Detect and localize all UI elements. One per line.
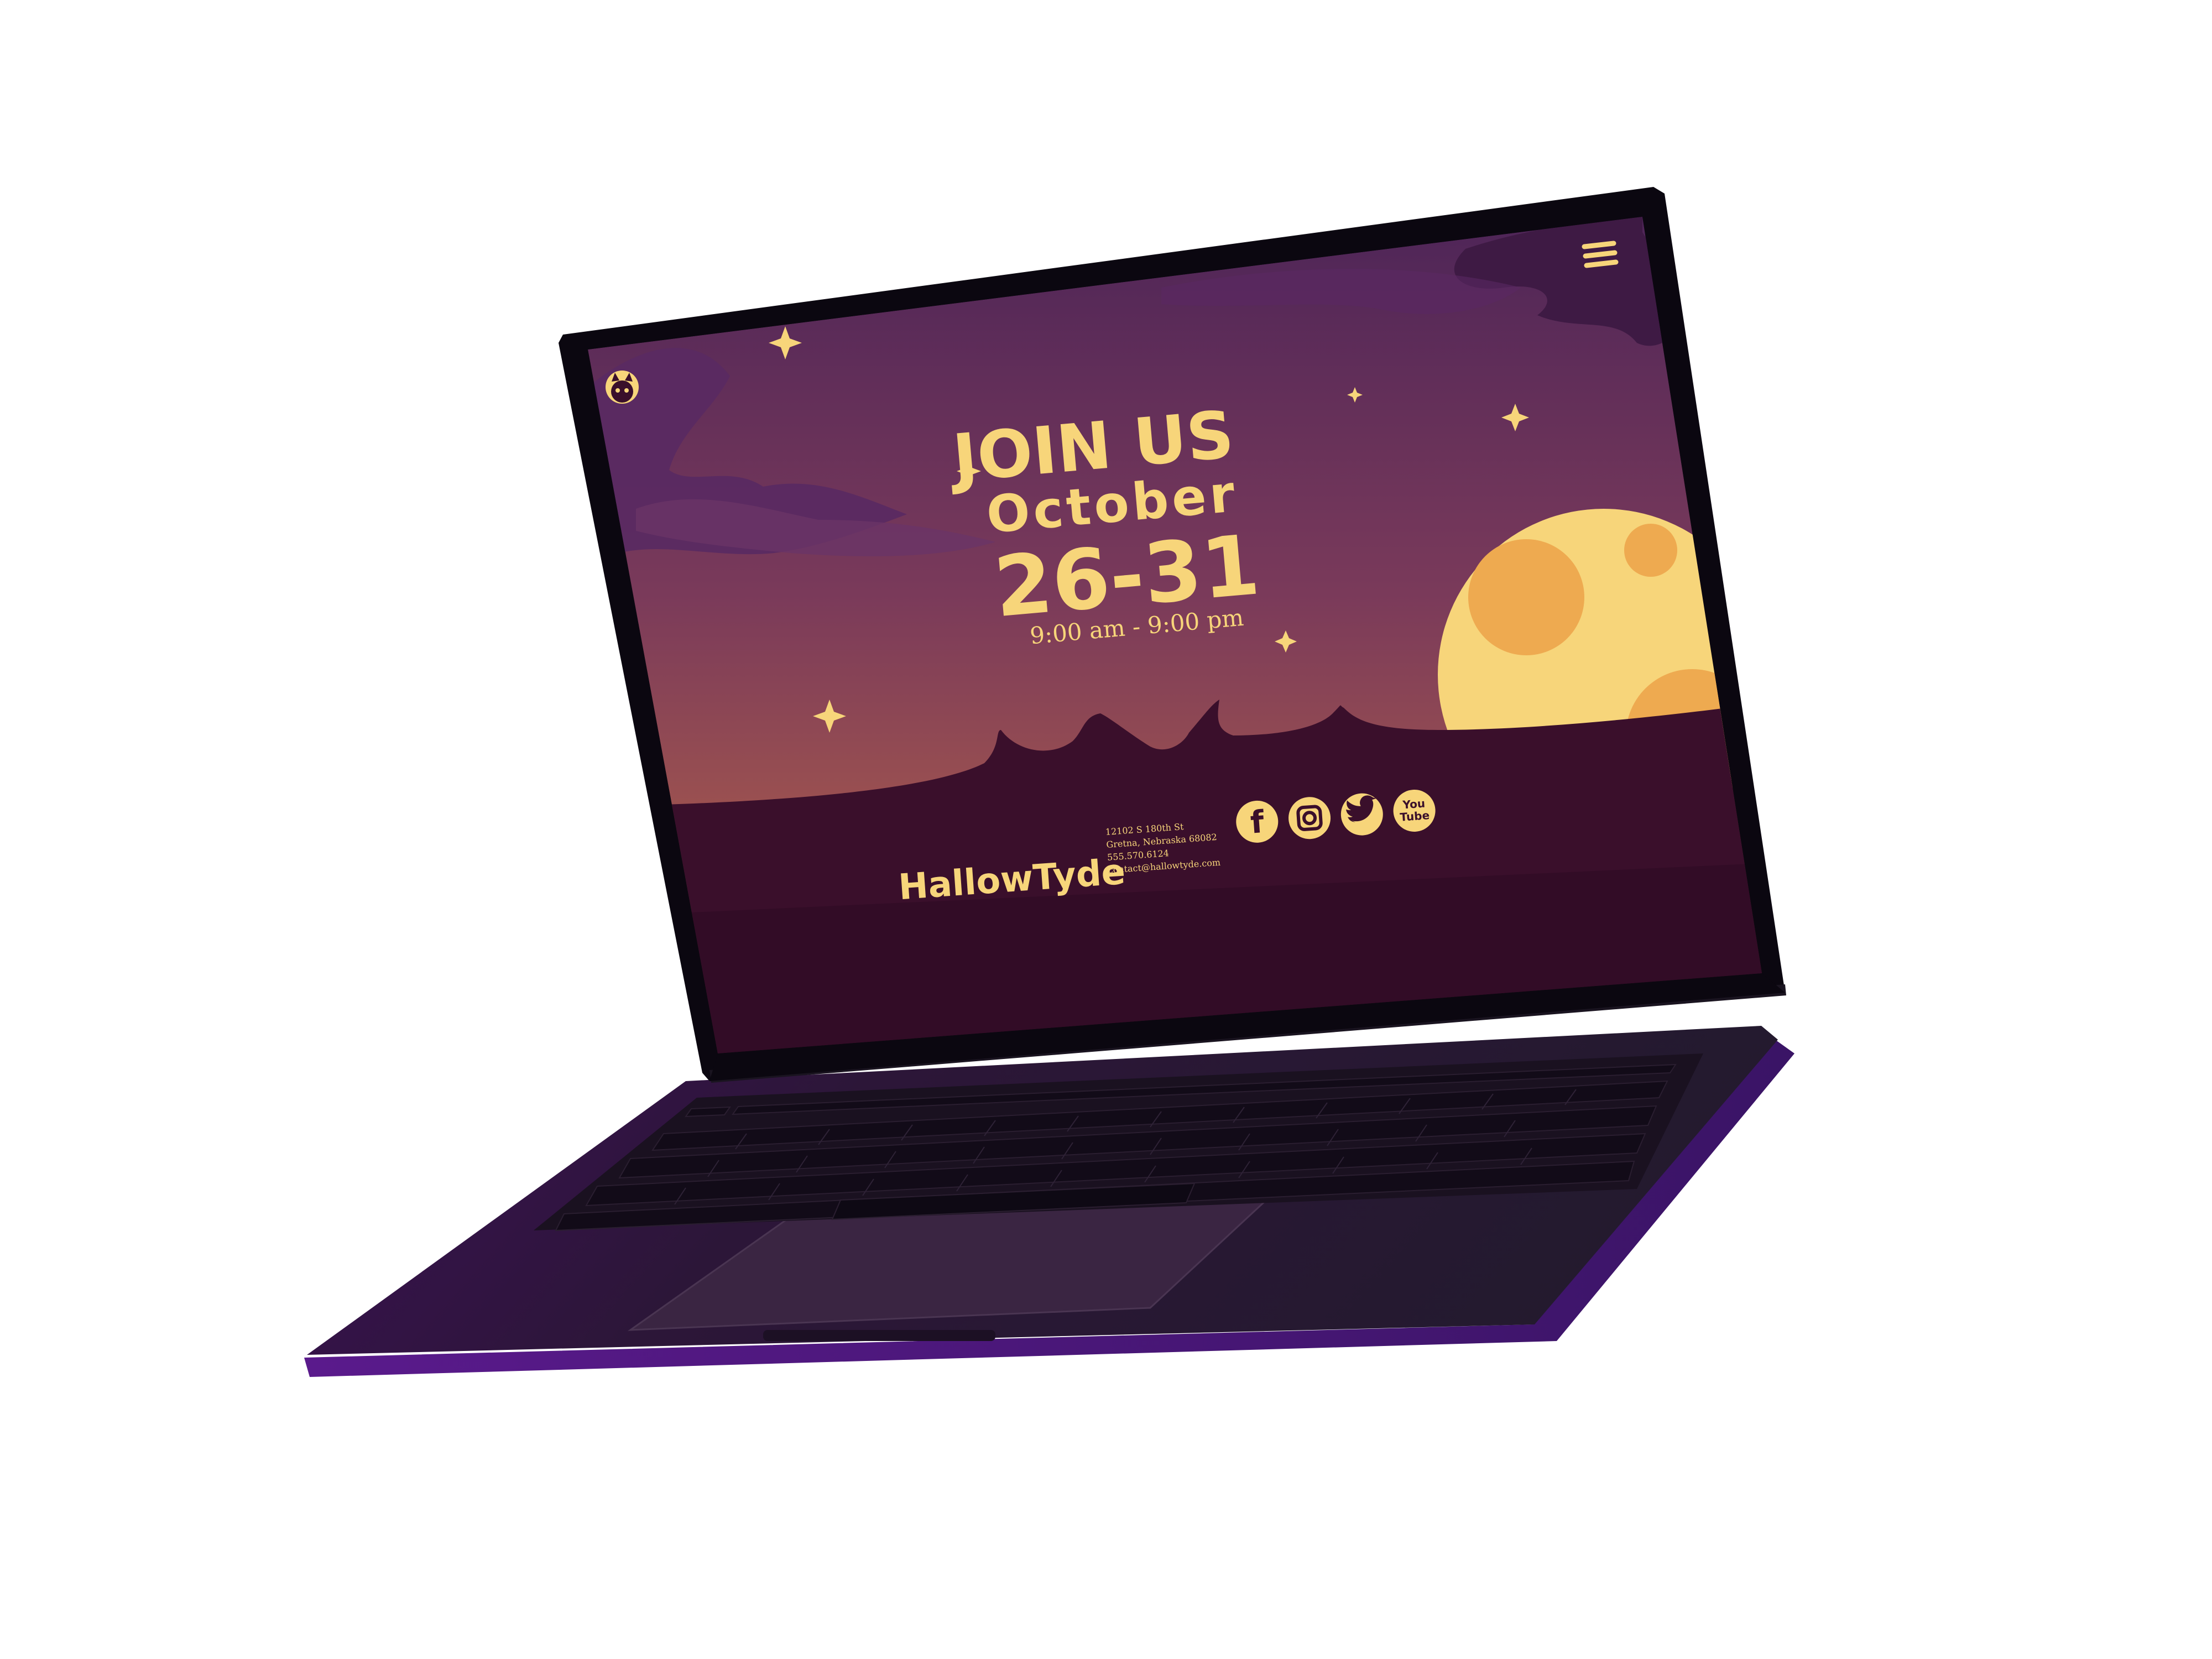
cat-face-logo-icon[interactable] — [606, 371, 639, 404]
laptop-mockup: JOIN US October 26-31 9:00 am - 9:00 pm … — [304, 187, 1794, 1377]
laptop-base — [304, 1026, 1794, 1377]
laptop-mockup-stage: JOIN US October 26-31 9:00 am - 9:00 pm … — [0, 0, 2212, 1659]
front-notch — [763, 1330, 995, 1341]
svg-text:Tube: Tube — [1400, 808, 1430, 824]
screen: JOIN US October 26-31 9:00 am - 9:00 pm … — [588, 217, 1762, 1053]
